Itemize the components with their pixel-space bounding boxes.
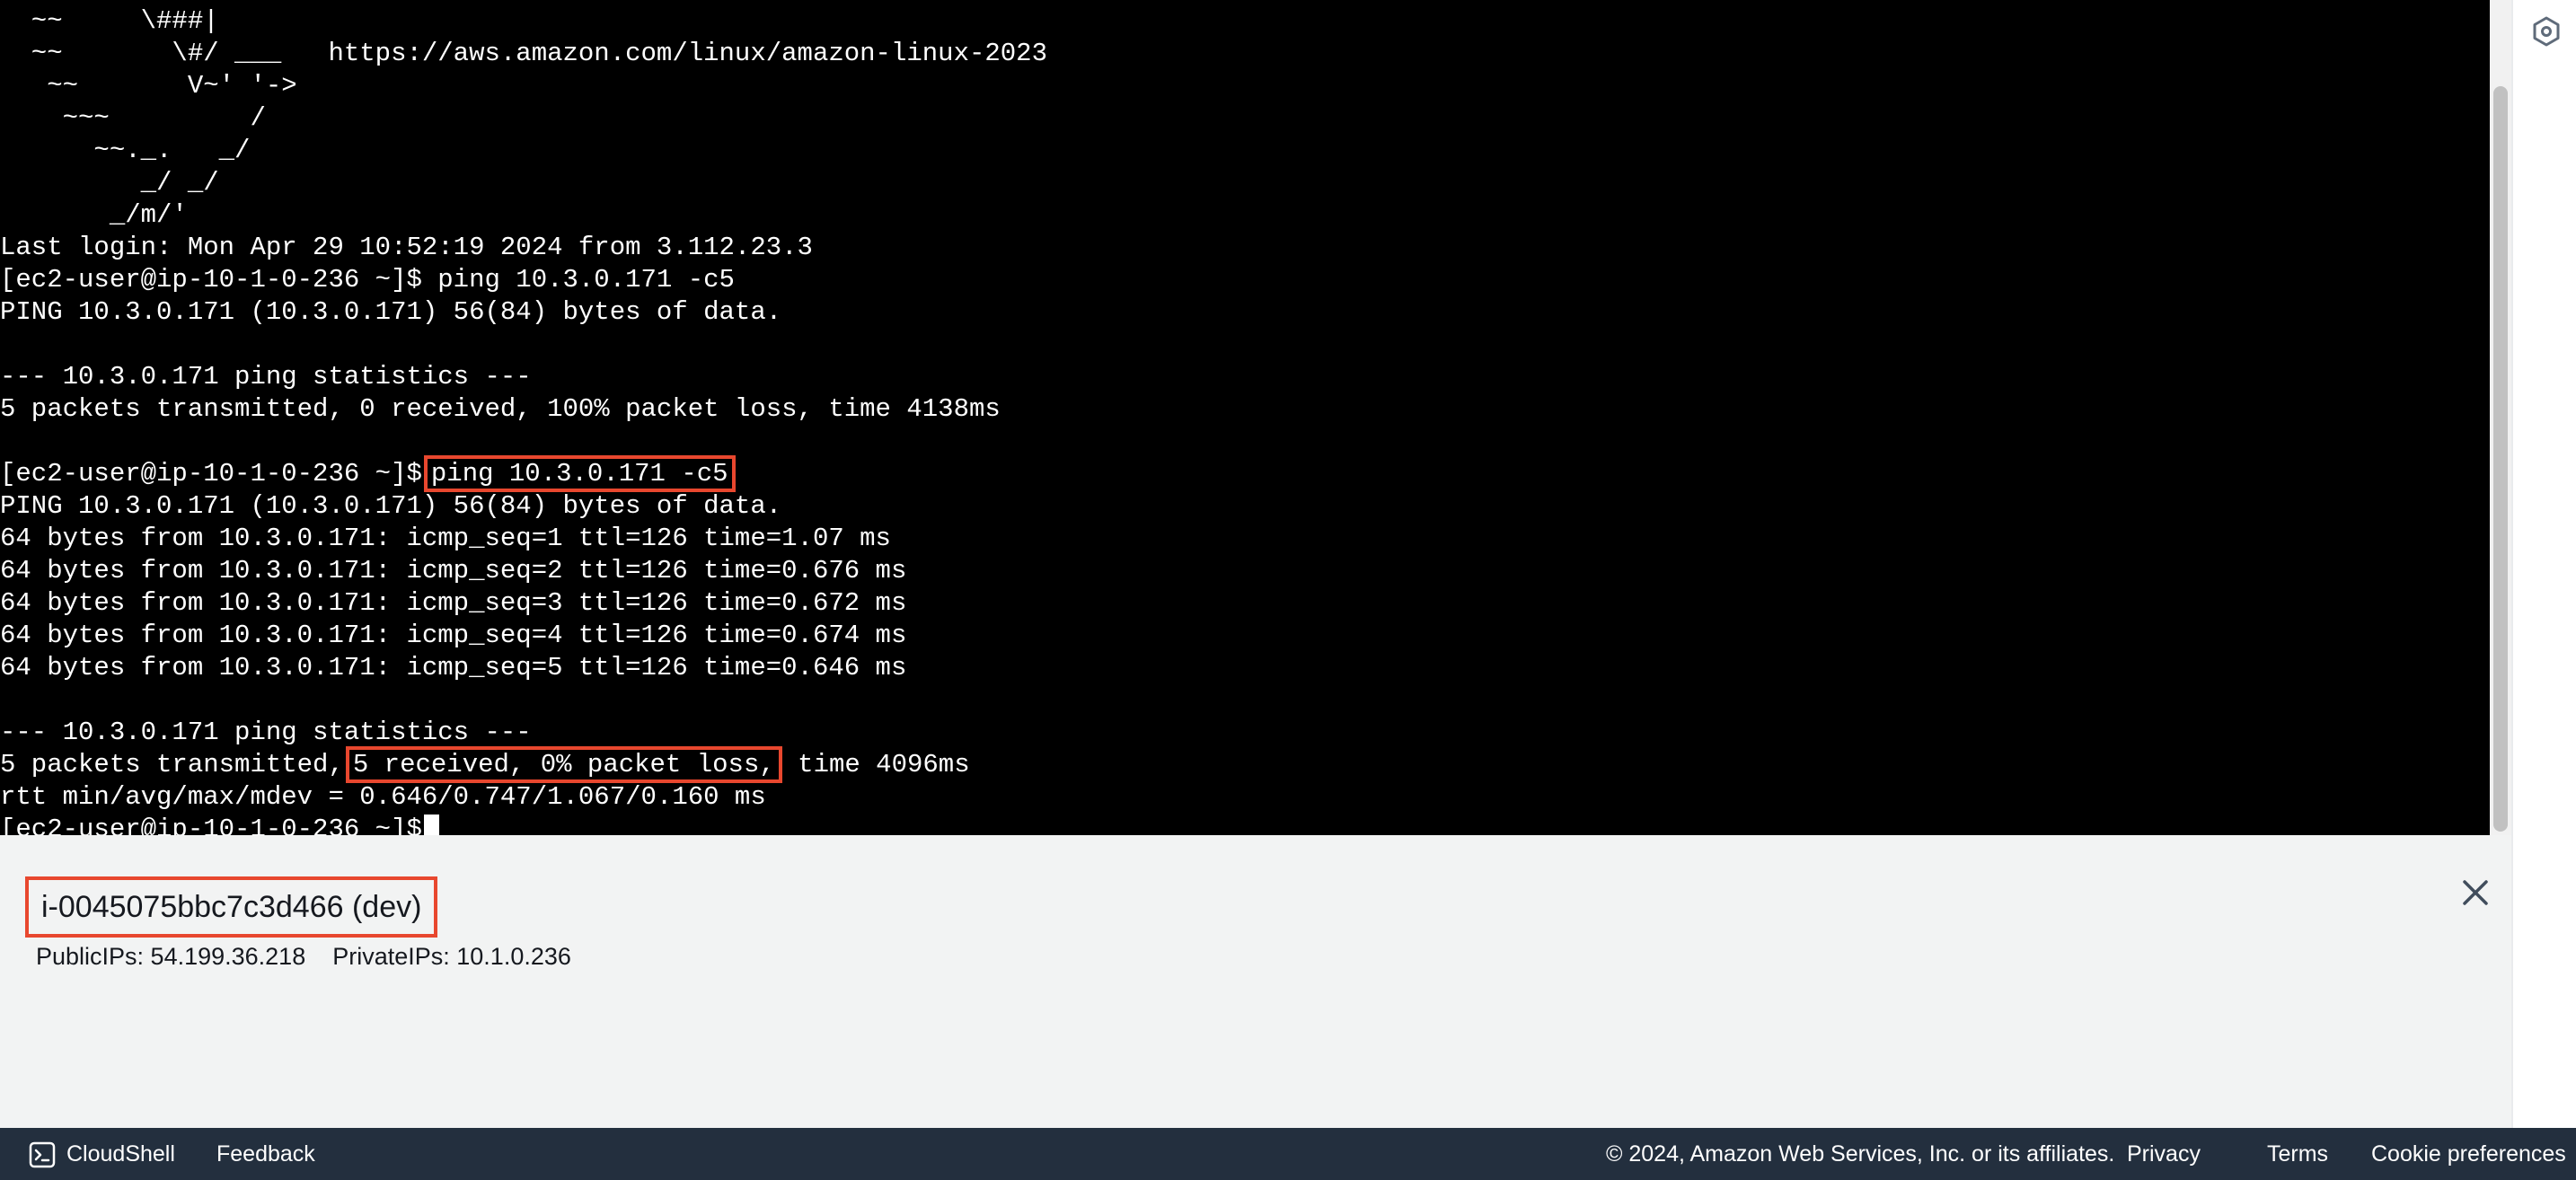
cloudshell-link[interactable]: CloudShell <box>66 1128 175 1180</box>
stats-prefix: 5 packets transmitted, <box>0 750 344 779</box>
instance-info-panel: i-0045075bbc7c3d466 (dev) PublicIPs: 54.… <box>0 835 2511 1128</box>
terminal-line: 64 bytes from 10.3.0.171: icmp_seq=5 ttl… <box>0 653 907 682</box>
terminal-line: ~~._. _/ <box>0 136 251 165</box>
feedback-link[interactable]: Feedback <box>216 1128 315 1180</box>
terminal-line: _/ _/ <box>0 168 219 198</box>
instance-title: i-0045075bbc7c3d466 (dev) <box>41 889 422 924</box>
terminal-scrollbar[interactable] <box>2490 0 2511 835</box>
terminal-line: --- 10.3.0.171 ping statistics --- <box>0 362 532 392</box>
highlighted-ping-command: ping 10.3.0.171 -c5 <box>423 455 736 492</box>
stats-suffix: time 4096ms <box>798 750 970 779</box>
copyright-text: © 2024, Amazon Web Services, Inc. or its… <box>1606 1141 2115 1167</box>
instance-ips: PublicIPs: 54.199.36.218 PrivateIPs: 10.… <box>36 943 571 971</box>
terminal-line: 5 packets transmitted, 0 received, 100% … <box>0 394 1001 424</box>
terminal-prompt-line: [ec2-user@ip-10-1-0-236 ~]$ <box>0 814 1047 835</box>
close-icon[interactable] <box>2457 875 2493 911</box>
terminal-line: [ec2-user@ip-10-1-0-236 ~]$ ping 10.3.0.… <box>0 265 735 295</box>
highlighted-packet-loss: 5 received, 0% packet loss, <box>345 746 782 783</box>
cookie-preferences-link[interactable]: Cookie preferences <box>2371 1128 2566 1180</box>
terminal-line: 64 bytes from 10.3.0.171: icmp_seq=3 ttl… <box>0 588 907 618</box>
terminal-line: ~~ V~' '-> <box>0 71 297 101</box>
instance-title-highlight: i-0045075bbc7c3d466 (dev) <box>25 876 438 938</box>
ping-stats-line: 5 packets transmitted, 5 received, 0% pac… <box>0 746 1047 783</box>
private-ips: PrivateIPs: 10.1.0.236 <box>332 943 571 970</box>
terminal-line: 64 bytes from 10.3.0.171: icmp_seq=4 ttl… <box>0 621 907 650</box>
hexagon-settings-icon[interactable] <box>2533 16 2560 47</box>
terminal-output: ~~ \###| ~~ \#/ ___ https://aws.amazon.c… <box>0 5 1047 835</box>
terminal-line: ~~~ / <box>0 103 266 133</box>
right-rail <box>2511 0 2576 1128</box>
terminal-line: _/m/' <box>0 200 188 230</box>
rtt-line: rtt min/avg/max/mdev = 0.646/0.747/1.067… <box>0 782 766 812</box>
cloudshell-icon[interactable] <box>29 1141 56 1168</box>
terminal-window[interactable]: ~~ \###| ~~ \#/ ___ https://aws.amazon.c… <box>0 0 2490 835</box>
shell-prompt: [ec2-user@ip-10-1-0-236 ~]$ <box>0 815 422 835</box>
terminal-line: Last login: Mon Apr 29 10:52:19 2024 fro… <box>0 233 813 262</box>
privacy-link[interactable]: Privacy <box>2127 1128 2201 1180</box>
terminal-line: PING 10.3.0.171 (10.3.0.171) 56(84) byte… <box>0 491 782 521</box>
public-ips: PublicIPs: 54.199.36.218 <box>36 943 306 970</box>
terminal-line: ~~ \#/ ___ https://aws.amazon.com/linux/… <box>0 39 1047 68</box>
console-footer: CloudShell Feedback © 2024, Amazon Web S… <box>0 1128 2576 1180</box>
terminal-line: 64 bytes from 10.3.0.171: icmp_seq=2 ttl… <box>0 556 907 586</box>
terminal-line: 64 bytes from 10.3.0.171: icmp_seq=1 ttl… <box>0 524 891 553</box>
terminal-cursor <box>423 815 439 835</box>
terminal-line: ~~ \###| <box>0 6 219 36</box>
terms-link[interactable]: Terms <box>2267 1128 2328 1180</box>
terminal-command-line: [ec2-user@ip-10-1-0-236 ~]$ ping 10.3.0.1… <box>0 455 1047 492</box>
terminal-line: --- 10.3.0.171 ping statistics --- <box>0 718 532 747</box>
terminal-line: PING 10.3.0.171 (10.3.0.171) 56(84) byte… <box>0 297 782 327</box>
terminal-scrollbar-thumb[interactable] <box>2493 86 2508 832</box>
shell-prompt: [ec2-user@ip-10-1-0-236 ~]$ <box>0 459 422 489</box>
